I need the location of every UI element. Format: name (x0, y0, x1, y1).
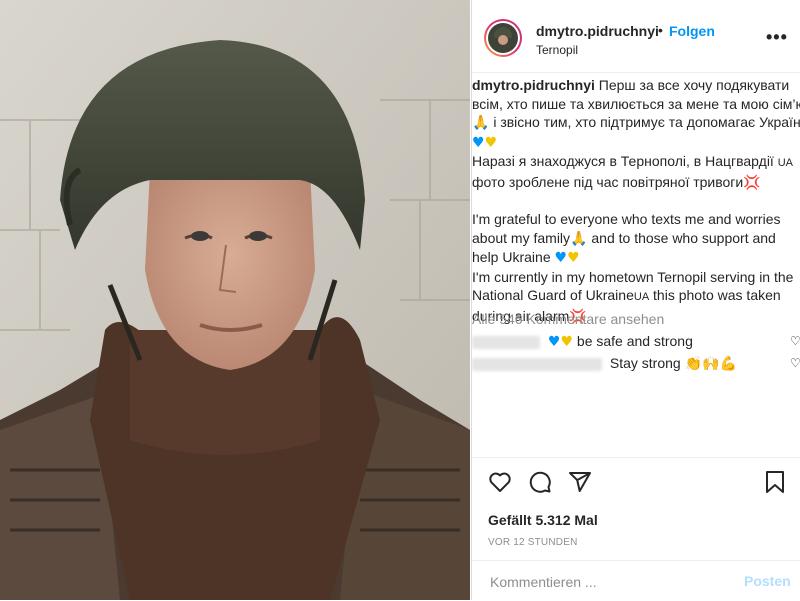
author-username[interactable]: dmytro.pidruchnyi (536, 23, 659, 39)
comment-like-icon[interactable]: ♡ (790, 334, 800, 348)
follow-button[interactable]: Folgen (669, 23, 715, 39)
caption-line: and to those who support and (591, 229, 776, 246)
post-caption: dmytro.pidruchnyi Перш за все хочу подяк… (472, 76, 800, 326)
comment-item: Stay strong 👏🙌💪 (472, 355, 737, 372)
folded-hands-icon: 🙏 (472, 115, 490, 131)
share-paper-plane-icon[interactable] (568, 470, 592, 494)
ua-flag-icon: UA (633, 291, 650, 303)
caption-line: всім, хто пише та хвилюється за мене та … (472, 95, 800, 112)
post-timestamp[interactable]: VOR 12 STUNDEN (488, 537, 578, 548)
caption-line: і звісно тим, хто підтримує та допомагає… (493, 114, 800, 130)
blurred-username (472, 357, 602, 371)
caption-line: I'm currently in my hometown Ternopil se… (472, 268, 794, 285)
comment-bubble-icon[interactable] (528, 470, 552, 494)
caption-username[interactable]: dmytro.pidruchnyi (472, 77, 595, 93)
comment-text: Stay strong (609, 355, 681, 371)
caption-line: I'm grateful to everyone who texts me an… (472, 211, 781, 227)
action-bar (472, 457, 800, 508)
post-detail-panel: dmytro.pidruchnyi • Folgen Ternopil ••• … (471, 0, 800, 600)
caption-line: Перш за все хочу подякувати (598, 77, 790, 93)
post-photo[interactable] (0, 0, 470, 600)
blue-heart-icon: ♥ (547, 334, 561, 350)
more-options-icon[interactable]: ••• (766, 27, 788, 48)
post-comment-button[interactable]: Posten (744, 573, 791, 589)
blurred-username (472, 335, 540, 349)
yellow-heart-icon: ♥ (560, 334, 574, 350)
like-count[interactable]: Gefällt 5.312 Mal (488, 512, 598, 528)
add-comment-bar: Posten (472, 560, 800, 601)
blue-heart-icon: ♥ (554, 250, 568, 266)
comment-like-icon[interactable]: ♡ (790, 356, 800, 370)
post-header: dmytro.pidruchnyi • Folgen Ternopil ••• (472, 0, 800, 73)
caption-line: help Ukraine (472, 249, 551, 265)
caption-line: about my family (472, 229, 571, 246)
view-all-comments-link[interactable]: Alle 546 Kommentare ansehen (472, 311, 664, 327)
yellow-heart-icon: ♥ (484, 134, 498, 151)
avatar[interactable] (484, 19, 522, 57)
clap-icon: 👏🙌💪 (684, 356, 737, 372)
comment-input[interactable] (488, 573, 732, 591)
ua-flag-icon: UA (777, 157, 793, 169)
folded-hands-icon: 🙏 (570, 230, 588, 247)
caption-line: this photo was taken (653, 287, 781, 303)
blue-heart-icon: ♥ (472, 134, 485, 151)
caption-line: фото зроблене під час повітряної тривоги (472, 173, 744, 190)
anger-icon: 💢 (743, 174, 761, 191)
comment-text: be safe and strong (576, 333, 693, 349)
save-bookmark-icon[interactable] (765, 470, 785, 494)
like-heart-icon[interactable] (488, 470, 512, 494)
separator-dot: • (658, 22, 663, 38)
comment-item: ♥♥ be safe and strong (472, 333, 693, 350)
caption-line: Наразі я знаходжуся в Тернополі, в Нацгв… (472, 153, 774, 169)
yellow-heart-icon: ♥ (567, 250, 580, 266)
caption-line: National Guard of Ukraine (472, 287, 634, 303)
location-link[interactable]: Ternopil (536, 43, 578, 57)
